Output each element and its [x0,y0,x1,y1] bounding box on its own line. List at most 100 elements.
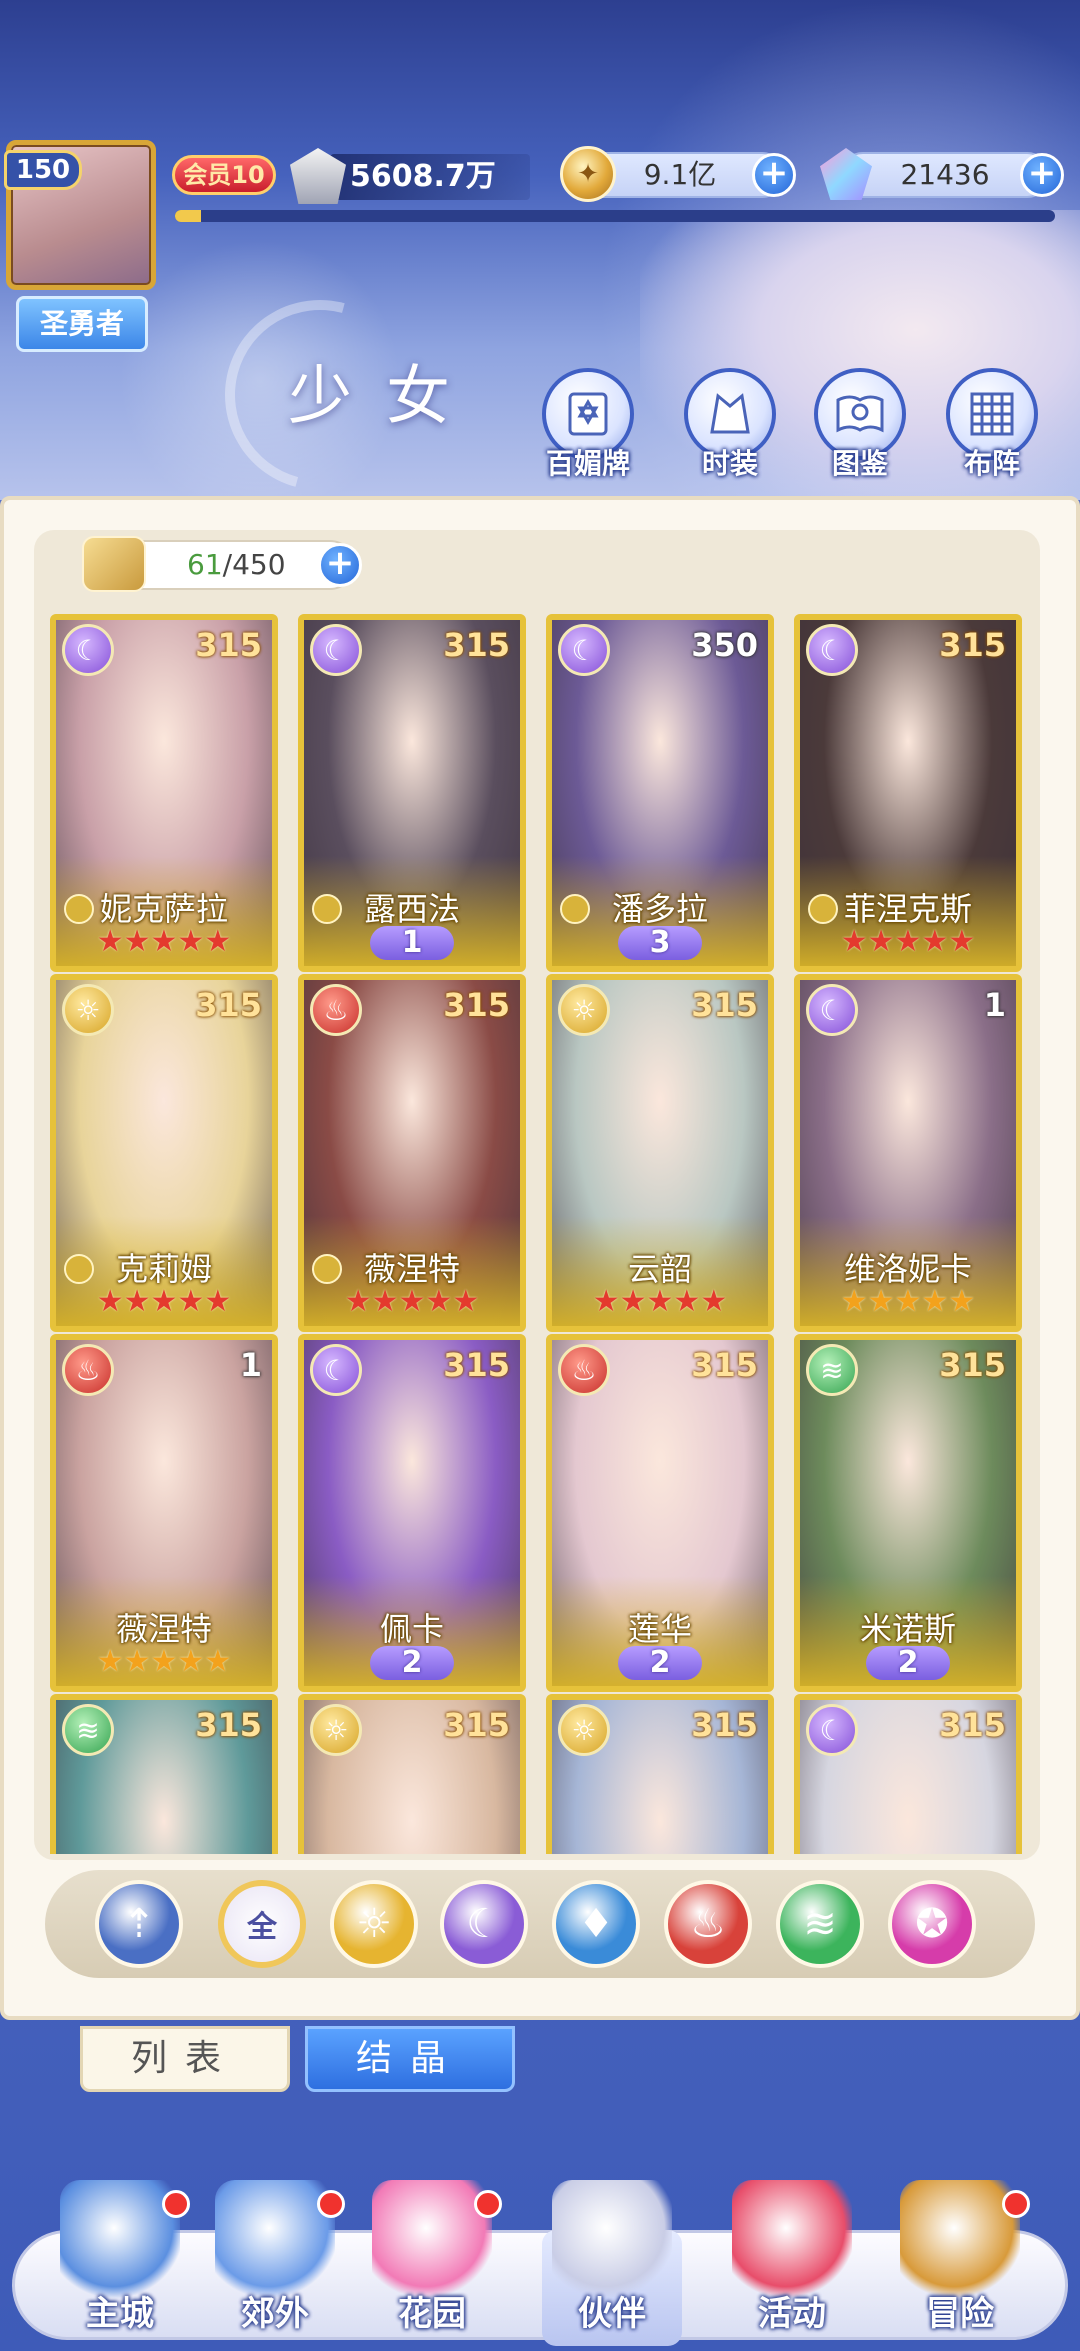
card-rank-badge: 2 [866,1646,950,1680]
partner-card[interactable]: ☼ 315 云韶 ★★★★★ [546,974,774,1332]
partner-card[interactable]: ☾ 315 [794,1694,1022,1854]
filter-fire-button[interactable]: ♨ [664,1880,752,1968]
inventory-max: /450 [222,548,286,581]
card-level: 315 [691,1706,758,1744]
partner-card[interactable]: ☾ 315 佩卡 2 [298,1334,526,1692]
filter-wind-button[interactable]: ≋ [776,1880,864,1968]
filter-water-button[interactable]: ♦ [552,1880,640,1968]
partner-card[interactable]: ☾ 315 菲涅克斯 ★★★★★ [794,614,1022,972]
moon-element-icon: ☾ [558,624,610,676]
sun-element-icon: ☼ [558,1704,610,1756]
card-name: 潘多拉 [611,890,708,928]
moon-element-icon: ☾ [806,984,858,1036]
add-gem-button[interactable]: + [1020,153,1064,197]
card-level: 315 [939,1706,1006,1744]
moon-element-icon: ☾ [806,1704,858,1756]
gem-currency: 21436 [840,152,1050,198]
card-level: 315 [691,1346,758,1384]
top-button-label: 时装 [701,447,758,480]
card-level: 315 [443,1346,510,1384]
partner-icon [552,2180,672,2300]
card-level: 315 [195,626,262,664]
wind-element-icon: ≋ [806,1344,858,1396]
top-button-label: 图鉴 [831,447,888,480]
nav-label: 活动 [758,2294,826,2334]
card-level: 315 [691,986,758,1024]
wind-icon: ≋ [803,1901,837,1947]
top-button-formation[interactable]: 布阵 [942,368,1042,482]
inventory-current: 61 [187,548,223,581]
nav-gift[interactable]: 活动 [712,2180,872,2350]
card-level: 315 [443,986,510,1024]
star-orbit-icon: ✪ [915,1901,949,1947]
filter-moon-button[interactable]: ☾ [440,1880,528,1968]
nav-label: 花园 [398,2294,466,2334]
nav-castle[interactable]: 主城 [40,2180,200,2350]
card-name: 露西法 [363,890,460,928]
filter-sort-up-button[interactable]: ⇡ [95,1880,183,1968]
partner-card[interactable]: ♨ 1 薇涅特 ★★★★★ [50,1334,278,1692]
card-stars: ★★★★★ [96,1284,232,1319]
tab-list[interactable]: 列表 [80,2026,290,2092]
sun-icon: ☼ [356,1901,392,1947]
nav-label: 冒险 [926,2294,994,2334]
card-stars: ★★★★★ [840,1284,976,1319]
nav-compass[interactable]: 冒险 [880,2180,1040,2350]
partner-card[interactable]: ♨ 315 莲华 2 [546,1334,774,1692]
filter-sun-button[interactable]: ☼ [330,1880,418,1968]
partner-card[interactable]: ≋ 315 米诺斯 2 [794,1334,1022,1692]
notification-dot [474,2190,502,2218]
notification-dot [317,2190,345,2218]
sort-up-icon: ⇡ [122,1901,156,1947]
tab-crystal[interactable]: 结晶 [305,2026,515,2092]
nav-label: 主城 [86,2294,154,2334]
top-button-gallery[interactable]: 图鉴 [810,368,910,482]
notification-dot [1002,2190,1030,2218]
card-level: 1 [239,1346,262,1384]
nav-label: 郊外 [241,2294,309,2334]
player-title-badge[interactable]: 圣勇者 [16,296,148,352]
moon-element-icon: ☾ [310,624,362,676]
card-name: 佩卡 [379,1610,444,1648]
card-level: 315 [939,626,1006,664]
gift-icon [732,2180,852,2300]
add-gold-button[interactable]: + [752,153,796,197]
card-stars: ★★★★★ [96,924,232,959]
card-stars: ★★★★★ [592,1284,728,1319]
nav-portal[interactable]: 郊外 [195,2180,355,2350]
partner-card[interactable]: ≋ 315 [50,1694,278,1854]
partner-card[interactable]: ☼ 315 克莉姆 ★★★★★ [50,974,278,1332]
partner-card[interactable]: ☼ 315 [546,1694,774,1854]
nav-partner[interactable]: 伙伴 [532,2180,692,2350]
card-rank-badge: 1 [370,926,454,960]
filter-all-button[interactable]: 全 [218,1880,306,1968]
partner-card[interactable]: ☼ 315 [298,1694,526,1854]
top-button-label: 布阵 [963,447,1020,480]
gold-coin-icon: ✦ [560,146,616,202]
fire-element-icon: ♨ [62,1344,114,1396]
expand-capacity-button[interactable]: + [318,543,362,587]
card-rank-badge: 2 [618,1646,702,1680]
partner-card[interactable]: ☾ 1 维洛妮卡 ★★★★★ [794,974,1022,1332]
partner-card[interactable]: ☾ 315 妮克萨拉 ★★★★★ [50,614,278,972]
partner-card[interactable]: ♨ 315 薇涅特 ★★★★★ [298,974,526,1332]
card-level: 350 [691,626,758,664]
nav-heart[interactable]: 花园 [352,2180,512,2350]
combat-power: 5608.7万 [330,154,530,200]
filter-star-orbit-button[interactable]: ✪ [888,1880,976,1968]
card-name: 莲华 [627,1610,692,1648]
partner-card[interactable]: ☾ 350 潘多拉 3 [546,614,774,972]
vip-badge[interactable]: 会员10 [172,155,276,195]
card-rank-badge: 3 [618,926,702,960]
moon-element-icon: ☾ [310,1344,362,1396]
top-button-cards[interactable]: 百媚牌 [538,368,638,482]
fire-element-icon: ♨ [310,984,362,1036]
card-level: 315 [939,1346,1006,1384]
card-rank-badge: 2 [370,1646,454,1680]
partner-card[interactable]: ☾ 315 露西法 1 [298,614,526,972]
nav-label: 伙伴 [578,2294,646,2334]
all-icon: 全 [247,1910,277,1945]
top-button-costume[interactable]: 时装 [680,368,780,482]
card-stars: ★★★★★ [840,924,976,959]
card-grid: ☾ 315 妮克萨拉 ★★★★★ ☾ 315 露西法 1 ☾ 350 潘多拉 3 ☾ 315 菲涅克斯 ★★★… [50,614,1040,1854]
